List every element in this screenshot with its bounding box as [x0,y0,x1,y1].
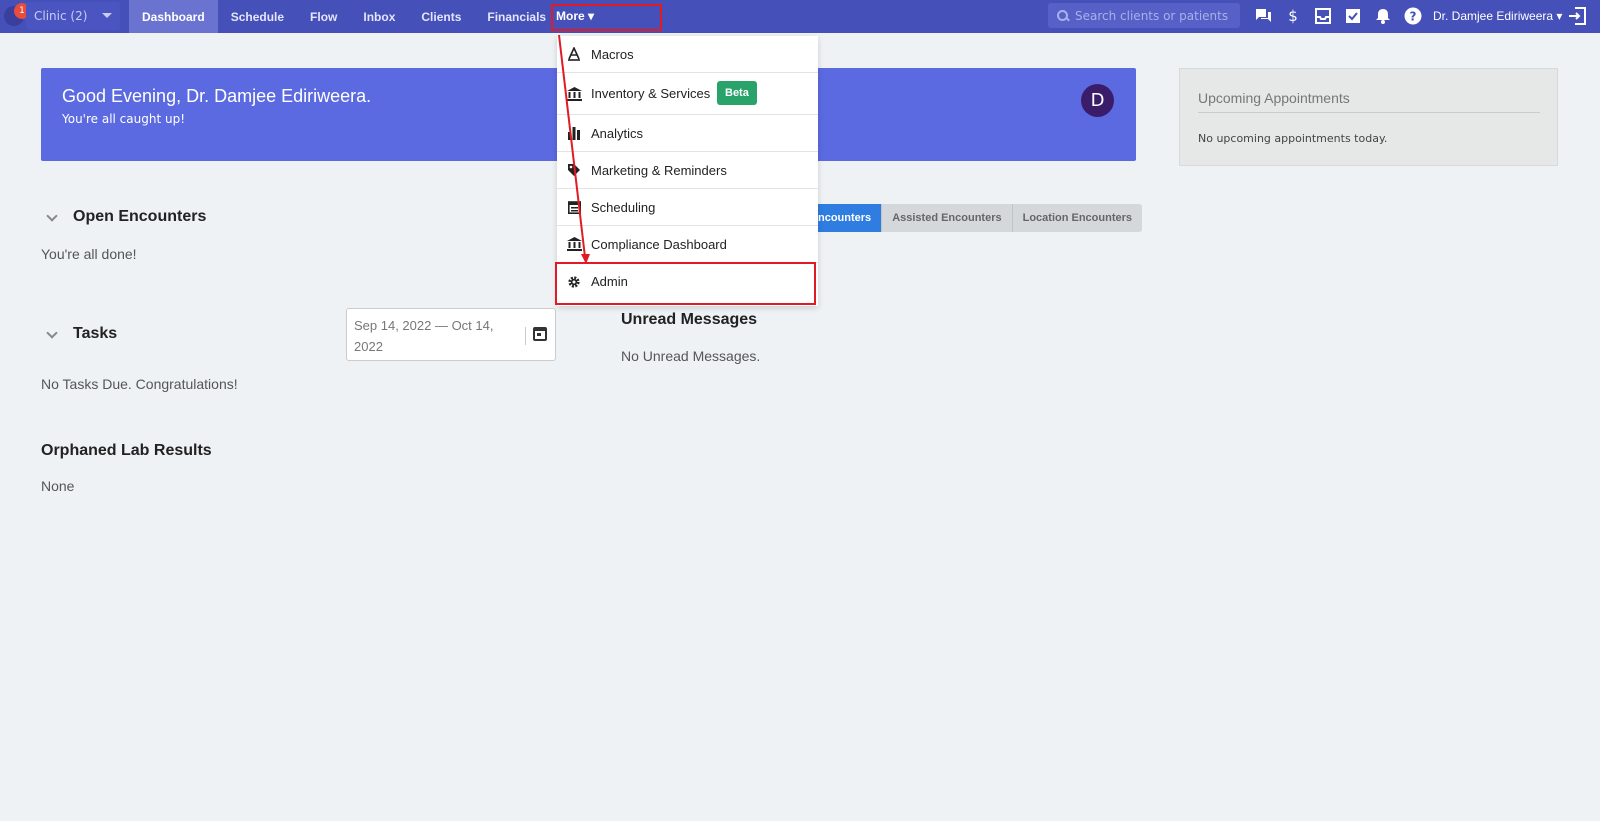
search-input[interactable] [1075,8,1235,23]
more-highlight-box [551,4,662,31]
top-nav-bar: 1 Clinic (2) Dashboard Schedule Flow Inb… [0,0,1600,33]
greeting-text: Good Evening, Dr. Damjee Ediriweera. [62,86,372,106]
tab-my-encounters[interactable]: ncounters [808,204,882,232]
admin-highlight-box [555,262,816,305]
unread-messages-title: Unread Messages [621,311,758,328]
clinic-label: Clinic (2) [34,9,88,23]
bank-icon [566,236,582,252]
divider [525,327,526,345]
greeting-subtitle: You're all caught up! [62,112,186,126]
menu-item-label: Inventory & Services [591,86,711,101]
nav-flow[interactable]: Flow [297,0,350,33]
menu-item-marketing-reminders[interactable]: Marketing & Reminders [557,152,818,189]
main-nav: Dashboard Schedule Flow Inbox Clients Fi… [129,0,559,33]
date-range-value: Sep 14, 2022 — Oct 14, 2022 [354,318,494,354]
menu-item-label: Compliance Dashboard [591,236,727,252]
menu-item-compliance-dashboard[interactable]: Compliance Dashboard [557,226,818,263]
checkbox-icon[interactable] [1343,6,1363,26]
beta-badge: Beta [717,81,757,105]
nav-clients[interactable]: Clients [408,0,474,33]
chevron-down-icon[interactable] [47,329,57,339]
tasks-title: Tasks [73,325,118,342]
bar-chart-icon [566,125,582,141]
dollar-icon[interactable]: $ [1283,6,1303,26]
orphaned-lab-results-title: Orphaned Lab Results [41,442,212,459]
chevron-down-icon [102,13,112,18]
upcoming-appointments-panel: Upcoming Appointments No upcoming appoin… [1179,68,1558,166]
top-icons: $ ? [1253,6,1423,26]
clinic-selector[interactable]: 1 Clinic (2) [0,0,122,33]
menu-item-scheduling[interactable]: Scheduling [557,189,818,226]
avatar[interactable]: D [1081,84,1114,117]
macros-icon [566,46,582,62]
chat-icon[interactable] [1253,6,1273,26]
search-icon [1057,9,1069,22]
menu-item-label: Scheduling [591,199,656,215]
nav-schedule[interactable]: Schedule [218,0,297,33]
help-icon[interactable]: ? [1403,6,1423,26]
calendar-icon[interactable] [533,327,547,341]
unread-messages-empty: No Unread Messages. [621,348,761,364]
menu-item-inventory-services[interactable]: Inventory & Services Beta [557,73,818,115]
bell-icon[interactable] [1373,6,1393,26]
nav-inbox[interactable]: Inbox [350,0,408,33]
tab-location-encounters[interactable]: Location Encounters [1011,204,1143,232]
menu-item-label: Analytics [591,125,644,141]
menu-item-macros[interactable]: Macros [557,36,818,73]
bank-icon [566,86,582,102]
tag-icon [566,162,582,178]
search-box[interactable] [1048,3,1240,28]
chevron-down-icon[interactable] [47,212,57,222]
orphaned-lab-results-empty: None [41,478,75,494]
nav-financials[interactable]: Financials [474,0,559,33]
logout-icon[interactable] [1567,6,1587,26]
upcoming-empty-text: No upcoming appointments today. [1198,132,1388,145]
user-menu[interactable]: Dr. Damjee Ediriweera ▾ [1433,9,1562,23]
inbox-icon[interactable] [1313,6,1333,26]
open-encounters-empty: You're all done! [41,246,137,262]
date-range-picker[interactable]: Sep 14, 2022 — Oct 14, 2022 [346,308,556,361]
encounter-tabs: ncounters Assisted Encounters Location E… [808,204,1143,232]
calendar-icon [566,199,582,215]
tasks-empty: No Tasks Due. Congratulations! [41,376,238,392]
open-encounters-title: Open Encounters [73,208,207,225]
menu-item-label: Macros [591,46,634,62]
upcoming-title: Upcoming Appointments [1198,90,1540,113]
menu-item-label: Marketing & Reminders [591,162,727,178]
tab-assisted-encounters[interactable]: Assisted Encounters [881,204,1012,232]
nav-dashboard[interactable]: Dashboard [129,0,218,33]
menu-item-analytics[interactable]: Analytics [557,115,818,152]
svg-text:?: ? [1410,10,1417,24]
